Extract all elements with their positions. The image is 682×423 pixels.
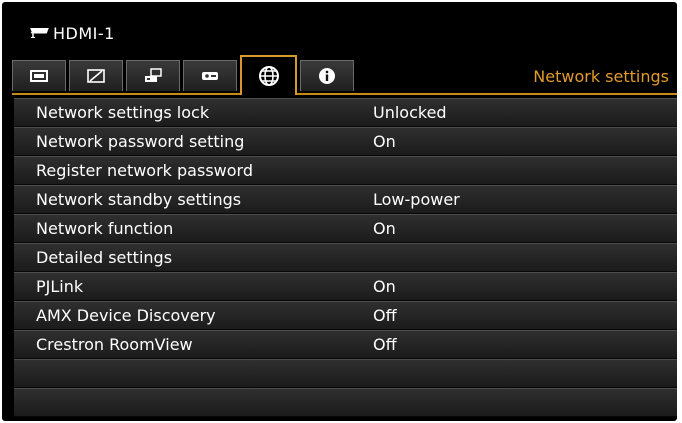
setting-pjlink[interactable]: PJLink On bbox=[14, 272, 677, 301]
setting-label: Register network password bbox=[36, 161, 253, 180]
empty-row bbox=[14, 388, 677, 417]
setting-value: On bbox=[373, 219, 396, 238]
setting-value: On bbox=[373, 132, 396, 151]
tab-system[interactable] bbox=[183, 60, 237, 91]
system-icon bbox=[202, 72, 218, 80]
setting-label: Crestron RoomView bbox=[36, 335, 193, 354]
page-title: Network settings bbox=[533, 67, 669, 86]
setting-value: Off bbox=[373, 306, 397, 325]
installation-icon bbox=[145, 68, 162, 82]
network-globe-icon bbox=[258, 66, 279, 86]
tab-information[interactable] bbox=[300, 60, 354, 91]
input-source-indicator: 1 HDMI-1 bbox=[30, 20, 115, 46]
setting-value: On bbox=[373, 277, 396, 296]
setting-network-function[interactable]: Network function On bbox=[14, 214, 677, 243]
setting-label: Network settings lock bbox=[36, 103, 210, 122]
setting-network-password[interactable]: Network password setting On bbox=[14, 127, 677, 156]
setting-label: Network password setting bbox=[36, 132, 245, 151]
image-adjust-icon bbox=[87, 69, 105, 83]
setting-network-standby[interactable]: Network standby settings Low-power bbox=[14, 185, 677, 214]
setting-network-settings-lock[interactable]: Network settings lock Unlocked bbox=[14, 98, 677, 127]
tab-underline bbox=[12, 93, 677, 95]
setting-value: Low-power bbox=[373, 190, 460, 209]
setting-detailed-settings[interactable]: Detailed settings bbox=[14, 243, 677, 272]
setting-value: Off bbox=[373, 335, 397, 354]
setting-label: Network function bbox=[36, 219, 174, 238]
setting-label: Network standby settings bbox=[36, 190, 242, 209]
tab-screen[interactable] bbox=[12, 60, 66, 91]
tab-installation[interactable] bbox=[126, 60, 180, 91]
setting-label: PJLink bbox=[36, 277, 84, 296]
tab-network[interactable] bbox=[240, 55, 297, 95]
info-icon bbox=[319, 68, 335, 84]
screen-icon bbox=[30, 70, 48, 82]
empty-row bbox=[14, 359, 677, 388]
menu-tab-bar: Network settings bbox=[2, 55, 677, 95]
setting-amx-device-discovery[interactable]: AMX Device Discovery Off bbox=[14, 301, 677, 330]
settings-list: Network settings lock Unlocked Network p… bbox=[14, 98, 677, 417]
hdmi-icon: 1 bbox=[30, 27, 49, 40]
setting-register-network-password[interactable]: Register network password bbox=[14, 156, 677, 185]
setting-label: Detailed settings bbox=[36, 248, 173, 267]
setting-value: Unlocked bbox=[373, 103, 447, 122]
projector-menu: 1 HDMI-1 Network settings Network settin… bbox=[2, 2, 677, 421]
input-source-name: HDMI-1 bbox=[53, 23, 115, 43]
tab-image-adjustment[interactable] bbox=[69, 60, 123, 91]
setting-crestron-roomview[interactable]: Crestron RoomView Off bbox=[14, 330, 677, 359]
setting-label: AMX Device Discovery bbox=[36, 306, 216, 325]
